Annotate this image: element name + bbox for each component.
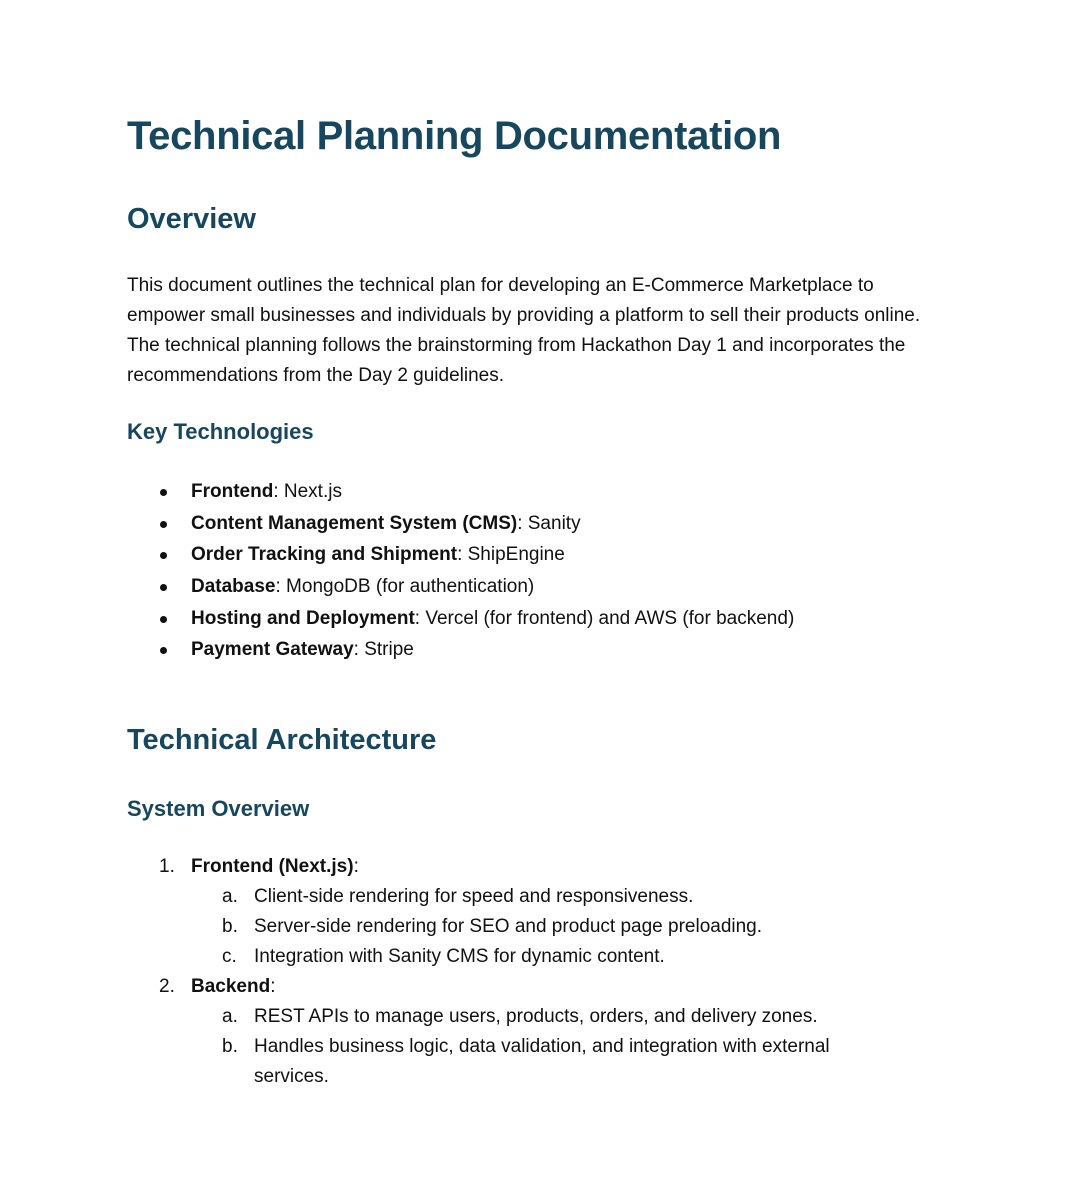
key-technologies-heading: Key Technologies bbox=[127, 419, 314, 444]
sub-item-text: Server-side rendering for SEO and produc… bbox=[254, 916, 763, 937]
bullet-icon bbox=[160, 520, 167, 528]
list-number: 1. bbox=[159, 856, 175, 877]
list-item: a. REST APIs to manage users, products, … bbox=[191, 1002, 894, 1032]
list-letter: b. bbox=[222, 916, 238, 937]
list-item: a. Client-side rendering for speed and r… bbox=[191, 882, 894, 912]
list-item: Order Tracking and Shipment: ShipEngine bbox=[127, 539, 794, 571]
component-suffix: : bbox=[353, 856, 359, 877]
technical-architecture-heading: Technical Architecture bbox=[127, 724, 437, 756]
sub-item-text: REST APIs to manage users, products, ord… bbox=[254, 1006, 818, 1027]
bullet-icon bbox=[160, 647, 167, 655]
overview-heading: Overview bbox=[127, 203, 256, 235]
tech-term: Order Tracking and Shipment bbox=[191, 544, 458, 566]
list-item: 1. Frontend (Next.js): a. Client-side re… bbox=[127, 852, 957, 972]
list-letter: b. bbox=[222, 1036, 238, 1057]
component-suffix: : bbox=[270, 976, 276, 997]
tech-value: : MongoDB (for authentication) bbox=[275, 576, 535, 598]
sub-item-text: Client-side rendering for speed and resp… bbox=[254, 886, 694, 907]
tech-term: Database bbox=[191, 576, 276, 598]
tech-term: Hosting and Deployment bbox=[191, 607, 415, 629]
key-technologies-list: Frontend: Next.js Content Management Sys… bbox=[127, 476, 794, 666]
bullet-icon bbox=[160, 552, 167, 560]
sub-item-text: Handles business logic, data validation,… bbox=[254, 1036, 830, 1087]
component-term: Frontend (Next.js) bbox=[191, 856, 354, 877]
list-item: 2. Backend: a. REST APIs to manage users… bbox=[127, 972, 957, 1092]
sub-item-text: Integration with Sanity CMS for dynamic … bbox=[254, 946, 665, 967]
sub-list: a. Client-side rendering for speed and r… bbox=[191, 882, 957, 972]
document-title: Technical Planning Documentation bbox=[127, 114, 782, 158]
tech-term: Frontend bbox=[191, 481, 274, 502]
list-letter: a. bbox=[222, 1006, 238, 1027]
tech-value: : Vercel (for frontend) and AWS (for bac… bbox=[414, 607, 795, 629]
system-overview-heading: System Overview bbox=[127, 796, 310, 821]
component-term: Backend bbox=[191, 976, 271, 997]
list-item: Hosting and Deployment: Vercel (for fron… bbox=[127, 603, 794, 635]
list-item: c. Integration with Sanity CMS for dynam… bbox=[191, 942, 894, 972]
system-overview-list: 1. Frontend (Next.js): a. Client-side re… bbox=[127, 852, 957, 1092]
list-letter: a. bbox=[222, 886, 238, 907]
tech-value: : ShipEngine bbox=[457, 544, 565, 566]
list-item: Database: MongoDB (for authentication) bbox=[127, 571, 794, 603]
sub-list: a. REST APIs to manage users, products, … bbox=[191, 1002, 957, 1092]
list-item: b. Server-side rendering for SEO and pro… bbox=[191, 912, 894, 942]
tech-term: Payment Gateway bbox=[191, 639, 354, 661]
tech-value: : Sanity bbox=[517, 512, 581, 534]
tech-value: : Stripe bbox=[353, 639, 414, 661]
list-item: b. Handles business logic, data validati… bbox=[191, 1032, 894, 1092]
tech-term: Content Management System (CMS) bbox=[191, 512, 518, 534]
tech-value: : Next.js bbox=[273, 481, 342, 502]
list-item: Payment Gateway: Stripe bbox=[127, 634, 794, 666]
bullet-icon bbox=[160, 584, 167, 592]
overview-paragraph: This document outlines the technical pla… bbox=[127, 275, 921, 386]
list-number: 2. bbox=[159, 976, 175, 997]
bullet-icon bbox=[160, 489, 167, 496]
list-item: Content Management System (CMS): Sanity bbox=[127, 508, 794, 540]
bullet-icon bbox=[160, 615, 167, 623]
list-letter: c. bbox=[222, 946, 237, 967]
list-item: Frontend: Next.js bbox=[127, 476, 794, 508]
